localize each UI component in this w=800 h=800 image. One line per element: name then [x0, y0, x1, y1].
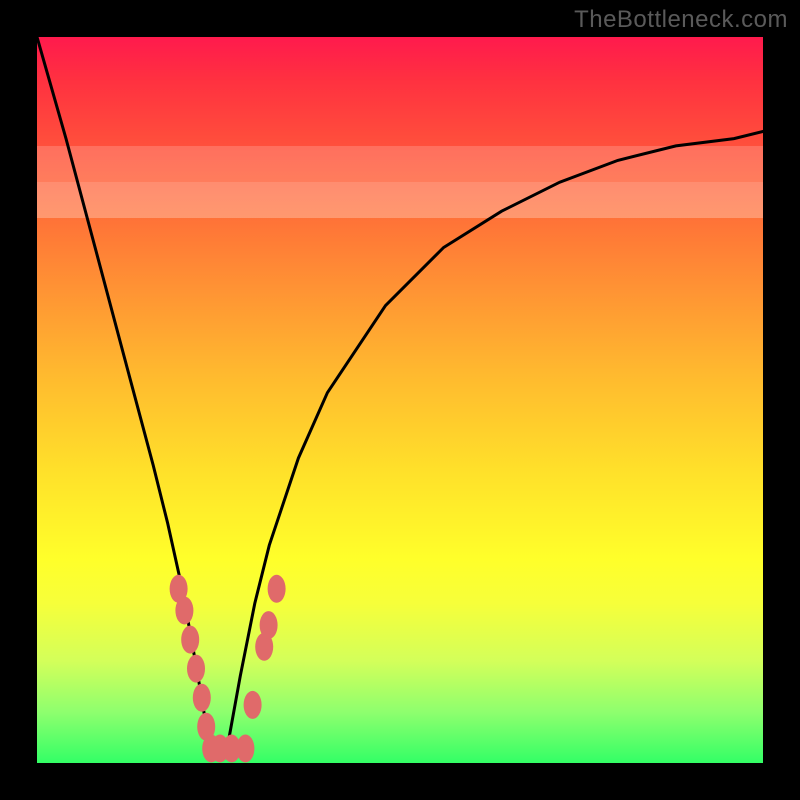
gradient-background [37, 37, 763, 763]
watermark-text: TheBottleneck.com [574, 6, 788, 34]
chart-frame: TheBottleneck.com [0, 0, 800, 800]
